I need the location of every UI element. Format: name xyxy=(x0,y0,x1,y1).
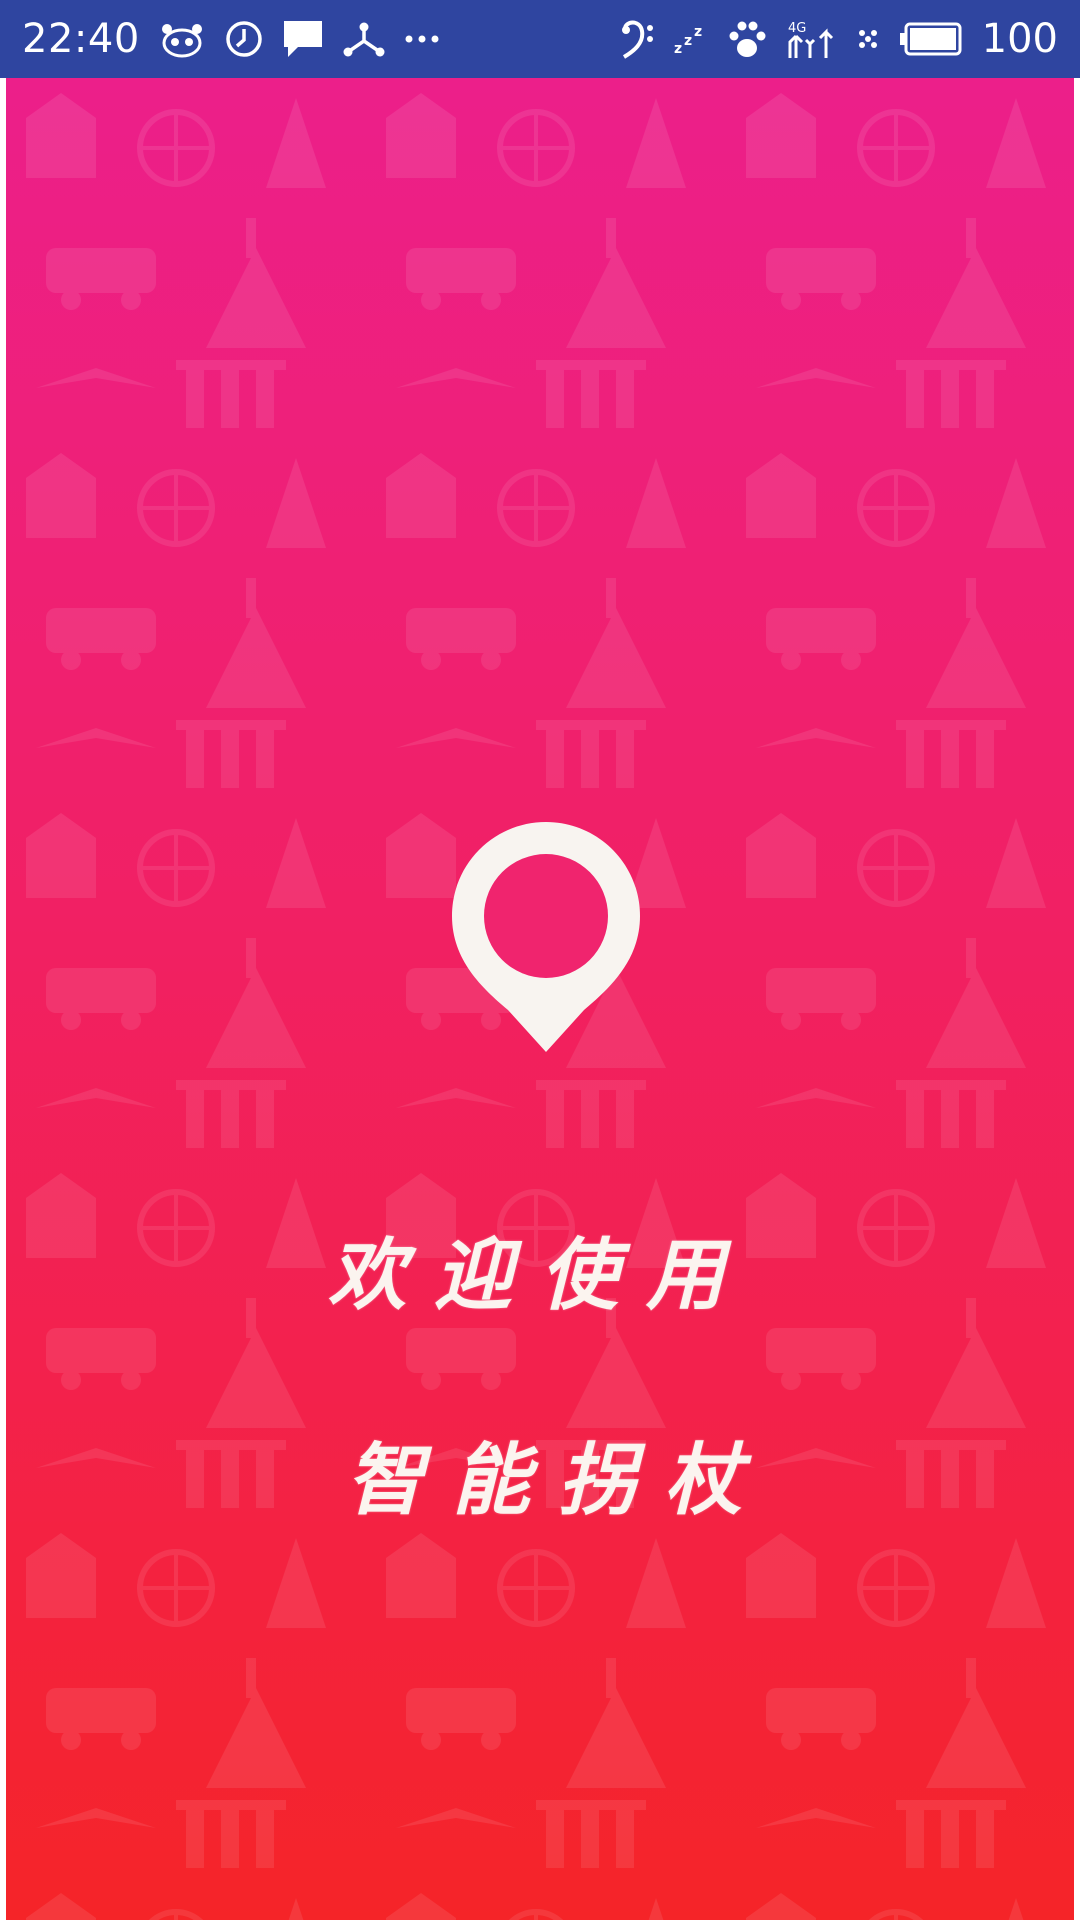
svg-text:z: z xyxy=(694,24,702,40)
status-bar: 22:40 zzz 4G 100 xyxy=(0,0,1080,78)
battery-icon xyxy=(899,17,964,61)
welcome-text: 欢迎使用 xyxy=(327,1230,752,1321)
status-bar-right: zzz 4G 100 xyxy=(620,16,1058,62)
bluetooth-dots-icon xyxy=(856,17,882,61)
message-icon xyxy=(282,17,324,61)
network-type-label: 4G xyxy=(788,21,806,36)
signal-4g-icon: 4G xyxy=(786,17,838,61)
status-bar-left: 22:40 xyxy=(22,16,440,62)
share-network-icon xyxy=(342,17,386,61)
location-pin-icon xyxy=(452,822,640,1052)
splash-screen: 欢迎使用 智能拐杖 xyxy=(6,78,1074,1920)
clock-icon xyxy=(224,17,264,61)
battery-level: 100 xyxy=(981,16,1058,62)
svg-text:z: z xyxy=(674,41,682,57)
paw-icon xyxy=(726,17,768,61)
panda-icon xyxy=(158,17,206,61)
svg-text:z: z xyxy=(684,33,692,49)
app-name-text: 智能拐杖 xyxy=(345,1435,770,1526)
sleep-icon: zzz xyxy=(672,17,708,61)
status-time: 22:40 xyxy=(22,16,140,62)
more-icon xyxy=(404,17,440,61)
bass-clef-icon xyxy=(620,17,654,61)
